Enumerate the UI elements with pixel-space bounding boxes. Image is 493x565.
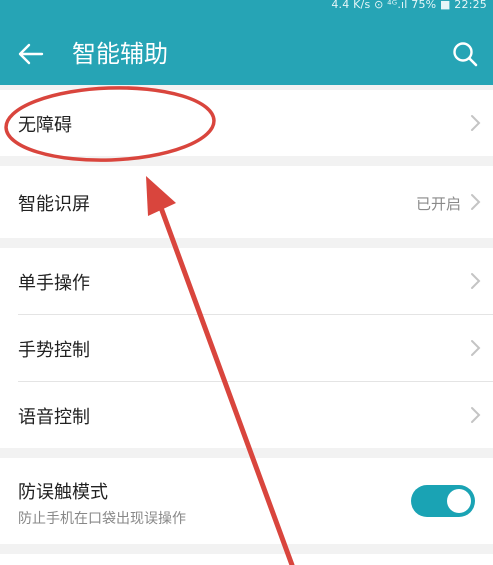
settings-group-accessibility: 无障碍 [0,90,493,156]
setting-row-smart-screen[interactable]: 智能识屏 已开启 [0,166,493,238]
setting-row-gesture[interactable]: 手势控制 [0,315,493,381]
settings-group-anti-mistouch: 防误触模式 防止手机在口袋出现误操作 [0,458,493,544]
setting-label: 无障碍 [18,115,72,136]
search-button[interactable] [447,37,483,71]
setting-row-one-hand[interactable]: 单手操作 [0,248,493,314]
setting-row-voice[interactable]: 语音控制 [0,382,493,448]
chevron-right-icon [471,194,481,210]
chevron-right-icon [471,407,481,423]
setting-description: 防止手机在口袋出现误操作 [18,511,186,527]
setting-label: 防误触模式 [18,482,108,503]
chevron-right-icon [471,273,481,289]
toggle-knob [447,489,471,513]
app-header: 4.4 K/s ⊙ ⁴ᴳ.ıl 75% ■ 22:25 智能辅助 [0,0,493,85]
setting-label: 单手操作 [18,273,90,294]
chevron-right-icon [471,340,481,356]
anti-mistouch-toggle[interactable] [411,485,475,517]
setting-label: 语音控制 [18,407,90,428]
settings-group-controls: 单手操作 手势控制 语音控制 [0,248,493,448]
settings-group-next [0,554,493,565]
back-button[interactable] [12,38,48,70]
setting-label: 手势控制 [18,340,90,361]
search-icon [453,42,478,67]
settings-group-smart-screen: 智能识屏 已开启 [0,166,493,238]
setting-row-accessibility[interactable]: 无障碍 [0,90,493,156]
page-title: 智能辅助 [72,40,168,68]
status-bar: 4.4 K/s ⊙ ⁴ᴳ.ıl 75% ■ 22:25 [0,0,493,18]
setting-row-anti-mistouch: 防误触模式 防止手机在口袋出现误操作 [0,458,493,544]
setting-status-value: 已开启 [415,195,461,213]
status-bar-text: 4.4 K/s ⊙ ⁴ᴳ.ıl 75% ■ 22:25 [331,0,487,11]
back-arrow-icon [18,43,44,65]
chevron-right-icon [471,115,481,131]
setting-label: 智能识屏 [18,194,90,215]
